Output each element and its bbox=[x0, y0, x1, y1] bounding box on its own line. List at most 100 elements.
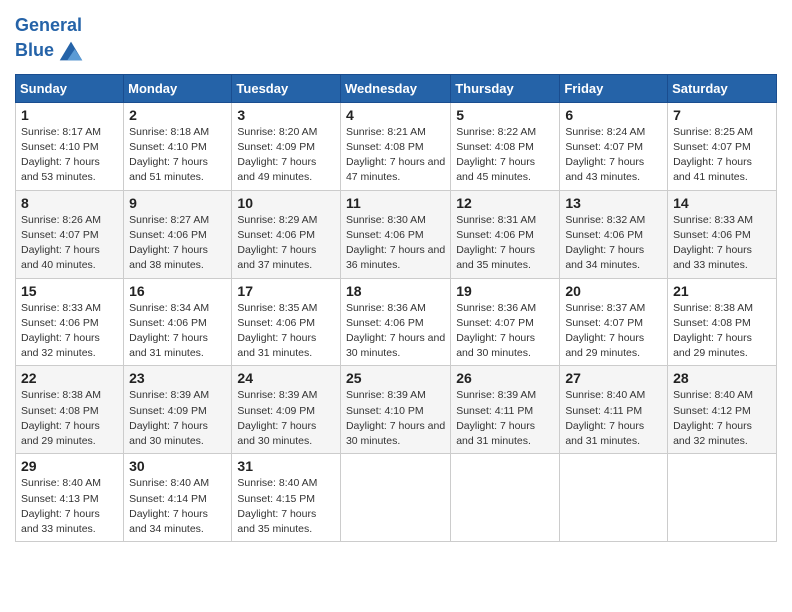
day-info: Sunrise: 8:40 AMSunset: 4:15 PMDaylight:… bbox=[237, 476, 335, 537]
logo: General Blue bbox=[15, 16, 86, 66]
day-info: Sunrise: 8:17 AMSunset: 4:10 PMDaylight:… bbox=[21, 125, 118, 186]
day-number: 2 bbox=[129, 107, 226, 123]
day-number: 20 bbox=[565, 283, 662, 299]
calendar-cell: 17 Sunrise: 8:35 AMSunset: 4:06 PMDayligh… bbox=[232, 278, 341, 366]
day-number: 8 bbox=[21, 195, 118, 211]
weekday-header-sunday: Sunday bbox=[16, 74, 124, 102]
weekday-header-thursday: Thursday bbox=[451, 74, 560, 102]
day-info: Sunrise: 8:34 AMSunset: 4:06 PMDaylight:… bbox=[129, 301, 226, 362]
day-info: Sunrise: 8:40 AMSunset: 4:12 PMDaylight:… bbox=[673, 388, 771, 449]
day-number: 1 bbox=[21, 107, 118, 123]
calendar-cell bbox=[340, 454, 450, 542]
week-row-4: 22 Sunrise: 8:38 AMSunset: 4:08 PMDayligh… bbox=[16, 366, 777, 454]
day-number: 13 bbox=[565, 195, 662, 211]
day-info: Sunrise: 8:39 AMSunset: 4:11 PMDaylight:… bbox=[456, 388, 554, 449]
day-number: 22 bbox=[21, 370, 118, 386]
calendar-cell: 2 Sunrise: 8:18 AMSunset: 4:10 PMDaylight… bbox=[124, 102, 232, 190]
calendar-cell: 29Sunrise: 8:40 AMSunset: 4:13 PMDayligh… bbox=[16, 454, 124, 542]
day-number: 16 bbox=[129, 283, 226, 299]
calendar-cell: 16 Sunrise: 8:34 AMSunset: 4:06 PMDayligh… bbox=[124, 278, 232, 366]
calendar-cell: 10Sunrise: 8:29 AMSunset: 4:06 PMDayligh… bbox=[232, 190, 341, 278]
header: General Blue bbox=[15, 10, 777, 66]
calendar-cell: 18 Sunrise: 8:36 AMSunset: 4:06 PMDayligh… bbox=[340, 278, 450, 366]
day-number: 21 bbox=[673, 283, 771, 299]
week-row-1: 1 Sunrise: 8:17 AMSunset: 4:10 PMDaylight… bbox=[16, 102, 777, 190]
calendar-cell: 11Sunrise: 8:30 AMSunset: 4:06 PMDayligh… bbox=[340, 190, 450, 278]
day-number: 24 bbox=[237, 370, 335, 386]
day-info: Sunrise: 8:36 AMSunset: 4:07 PMDaylight:… bbox=[456, 301, 554, 362]
day-info: Sunrise: 8:33 AMSunset: 4:06 PMDaylight:… bbox=[673, 213, 771, 274]
calendar-cell: 25Sunrise: 8:39 AMSunset: 4:10 PMDayligh… bbox=[340, 366, 450, 454]
calendar-cell: 26 Sunrise: 8:39 AMSunset: 4:11 PMDayligh… bbox=[451, 366, 560, 454]
day-number: 15 bbox=[21, 283, 118, 299]
calendar-cell bbox=[451, 454, 560, 542]
calendar-cell: 7Sunrise: 8:25 AMSunset: 4:07 PMDaylight… bbox=[668, 102, 777, 190]
weekday-header-saturday: Saturday bbox=[668, 74, 777, 102]
day-info: Sunrise: 8:39 AMSunset: 4:09 PMDaylight:… bbox=[237, 388, 335, 449]
day-info: Sunrise: 8:35 AMSunset: 4:06 PMDaylight:… bbox=[237, 301, 335, 362]
weekday-header-tuesday: Tuesday bbox=[232, 74, 341, 102]
calendar-body: 1 Sunrise: 8:17 AMSunset: 4:10 PMDaylight… bbox=[16, 102, 777, 541]
day-number: 18 bbox=[346, 283, 445, 299]
day-info: Sunrise: 8:39 AMSunset: 4:10 PMDaylight:… bbox=[346, 388, 445, 449]
calendar-cell: 27 Sunrise: 8:40 AMSunset: 4:11 PMDayligh… bbox=[560, 366, 668, 454]
logo-text-general: General bbox=[15, 16, 86, 36]
day-number: 23 bbox=[129, 370, 226, 386]
day-number: 27 bbox=[565, 370, 662, 386]
week-row-3: 15Sunrise: 8:33 AMSunset: 4:06 PMDayligh… bbox=[16, 278, 777, 366]
weekday-header-friday: Friday bbox=[560, 74, 668, 102]
day-number: 4 bbox=[346, 107, 445, 123]
calendar-cell: 3 Sunrise: 8:20 AMSunset: 4:09 PMDaylight… bbox=[232, 102, 341, 190]
day-info: Sunrise: 8:39 AMSunset: 4:09 PMDaylight:… bbox=[129, 388, 226, 449]
calendar-cell: 13 Sunrise: 8:32 AMSunset: 4:06 PMDayligh… bbox=[560, 190, 668, 278]
day-info: Sunrise: 8:26 AMSunset: 4:07 PMDaylight:… bbox=[21, 213, 118, 274]
day-info: Sunrise: 8:36 AMSunset: 4:06 PMDaylight:… bbox=[346, 301, 445, 362]
calendar-cell: 12Sunrise: 8:31 AMSunset: 4:06 PMDayligh… bbox=[451, 190, 560, 278]
day-info: Sunrise: 8:21 AMSunset: 4:08 PMDaylight:… bbox=[346, 125, 445, 186]
calendar-cell: 19 Sunrise: 8:36 AMSunset: 4:07 PMDayligh… bbox=[451, 278, 560, 366]
logo-text-blue: Blue bbox=[15, 41, 54, 61]
day-number: 12 bbox=[456, 195, 554, 211]
day-info: Sunrise: 8:22 AMSunset: 4:08 PMDaylight:… bbox=[456, 125, 554, 186]
day-number: 19 bbox=[456, 283, 554, 299]
calendar-cell: 14 Sunrise: 8:33 AMSunset: 4:06 PMDayligh… bbox=[668, 190, 777, 278]
calendar-cell: 9Sunrise: 8:27 AMSunset: 4:06 PMDaylight… bbox=[124, 190, 232, 278]
day-info: Sunrise: 8:18 AMSunset: 4:10 PMDaylight:… bbox=[129, 125, 226, 186]
calendar-cell: 21Sunrise: 8:38 AMSunset: 4:08 PMDayligh… bbox=[668, 278, 777, 366]
day-number: 5 bbox=[456, 107, 554, 123]
calendar-cell: 23 Sunrise: 8:39 AMSunset: 4:09 PMDayligh… bbox=[124, 366, 232, 454]
calendar-cell: 28Sunrise: 8:40 AMSunset: 4:12 PMDayligh… bbox=[668, 366, 777, 454]
day-number: 7 bbox=[673, 107, 771, 123]
calendar-cell: 24 Sunrise: 8:39 AMSunset: 4:09 PMDayligh… bbox=[232, 366, 341, 454]
week-row-5: 29Sunrise: 8:40 AMSunset: 4:13 PMDayligh… bbox=[16, 454, 777, 542]
calendar-cell: 4 Sunrise: 8:21 AMSunset: 4:08 PMDaylight… bbox=[340, 102, 450, 190]
weekday-header-row: SundayMondayTuesdayWednesdayThursdayFrid… bbox=[16, 74, 777, 102]
logo-icon bbox=[56, 36, 86, 66]
day-info: Sunrise: 8:32 AMSunset: 4:06 PMDaylight:… bbox=[565, 213, 662, 274]
day-number: 26 bbox=[456, 370, 554, 386]
calendar-header: SundayMondayTuesdayWednesdayThursdayFrid… bbox=[16, 74, 777, 102]
day-number: 17 bbox=[237, 283, 335, 299]
day-info: Sunrise: 8:40 AMSunset: 4:11 PMDaylight:… bbox=[565, 388, 662, 449]
day-info: Sunrise: 8:30 AMSunset: 4:06 PMDaylight:… bbox=[346, 213, 445, 274]
day-info: Sunrise: 8:20 AMSunset: 4:09 PMDaylight:… bbox=[237, 125, 335, 186]
day-info: Sunrise: 8:40 AMSunset: 4:13 PMDaylight:… bbox=[21, 476, 118, 537]
day-info: Sunrise: 8:27 AMSunset: 4:06 PMDaylight:… bbox=[129, 213, 226, 274]
day-info: Sunrise: 8:29 AMSunset: 4:06 PMDaylight:… bbox=[237, 213, 335, 274]
day-number: 14 bbox=[673, 195, 771, 211]
day-info: Sunrise: 8:38 AMSunset: 4:08 PMDaylight:… bbox=[21, 388, 118, 449]
day-number: 6 bbox=[565, 107, 662, 123]
day-info: Sunrise: 8:24 AMSunset: 4:07 PMDaylight:… bbox=[565, 125, 662, 186]
calendar-cell: 15Sunrise: 8:33 AMSunset: 4:06 PMDayligh… bbox=[16, 278, 124, 366]
calendar-cell: 30Sunrise: 8:40 AMSunset: 4:14 PMDayligh… bbox=[124, 454, 232, 542]
calendar-cell: 20 Sunrise: 8:37 AMSunset: 4:07 PMDayligh… bbox=[560, 278, 668, 366]
calendar-cell: 6 Sunrise: 8:24 AMSunset: 4:07 PMDaylight… bbox=[560, 102, 668, 190]
day-number: 3 bbox=[237, 107, 335, 123]
day-number: 31 bbox=[237, 458, 335, 474]
day-number: 30 bbox=[129, 458, 226, 474]
calendar-cell: 22 Sunrise: 8:38 AMSunset: 4:08 PMDayligh… bbox=[16, 366, 124, 454]
day-info: Sunrise: 8:37 AMSunset: 4:07 PMDaylight:… bbox=[565, 301, 662, 362]
calendar-cell bbox=[668, 454, 777, 542]
calendar-cell: 8 Sunrise: 8:26 AMSunset: 4:07 PMDaylight… bbox=[16, 190, 124, 278]
week-row-2: 8 Sunrise: 8:26 AMSunset: 4:07 PMDaylight… bbox=[16, 190, 777, 278]
